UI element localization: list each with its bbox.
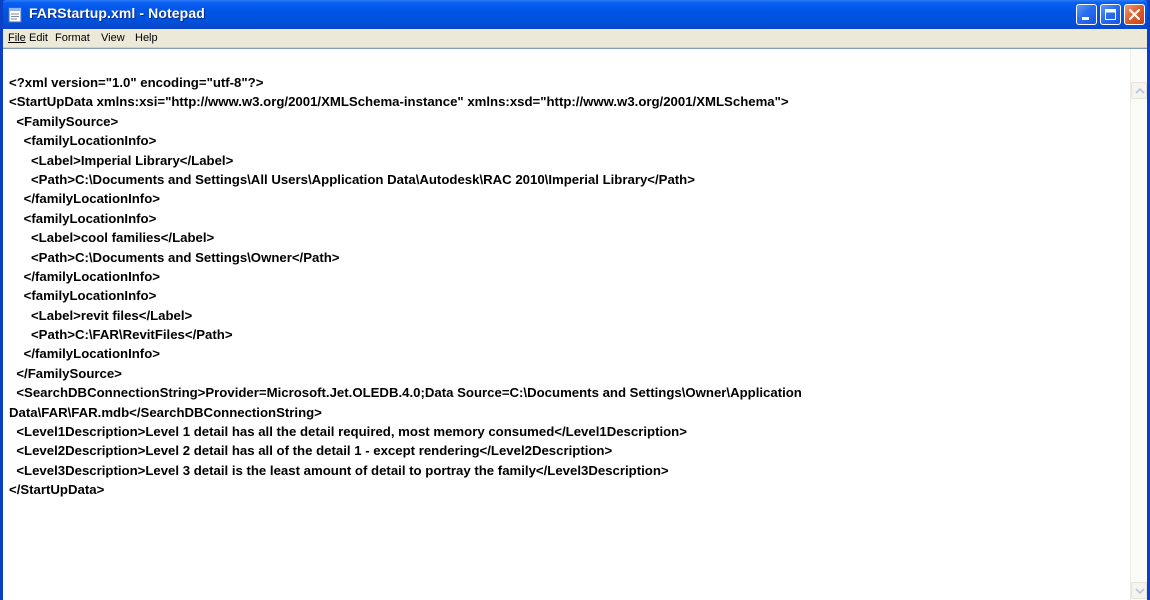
text-line: </familyLocationInfo> — [9, 268, 160, 284]
text-line: <SearchDBConnectionString>Provider=Micro… — [9, 385, 802, 401]
menu-file[interactable]: File — [8, 32, 26, 44]
text-editor[interactable]: <?xml version="1.0" encoding="utf-8"?> <S… — [3, 48, 1147, 600]
text-line: <familyLocationInfo> — [9, 133, 157, 149]
text-line: <Label>Imperial Library</Label> — [9, 152, 234, 168]
menu-file-label: File — [8, 32, 26, 44]
text-line: <Path>C:\FAR\RevitFiles</Path> — [9, 327, 233, 343]
maximize-button[interactable] — [1100, 4, 1121, 25]
text-line: <Level1Description>Level 1 detail has al… — [9, 424, 687, 440]
text-line: <Label>cool families</Label> — [9, 230, 215, 246]
menu-bar: File Edit Format View Help — [3, 29, 1147, 48]
notepad-window: FARStartup.xml - Notepad File Edit Forma… — [0, 0, 1150, 600]
scroll-down-button[interactable] — [1131, 582, 1147, 599]
menu-view-label: View — [101, 32, 125, 44]
close-icon — [1128, 8, 1141, 21]
text-line: <Path>C:\Documents and Settings\Owner</P… — [9, 249, 340, 265]
text-line: Data\FAR\FAR.mdb</SearchDBConnectionStri… — [9, 404, 322, 420]
text-line: <StartUpData xmlns:xsi="http://www.w3.or… — [9, 94, 789, 110]
text-line: </familyLocationInfo> — [9, 191, 160, 207]
minimize-icon — [1082, 17, 1089, 20]
text-line: <familyLocationInfo> — [9, 210, 157, 226]
text-line: </familyLocationInfo> — [9, 346, 160, 362]
window-title: FARStartup.xml - Notepad — [29, 5, 205, 21]
arrow-down-icon — [1135, 588, 1145, 595]
text-line: <Path>C:\Documents and Settings\All User… — [9, 171, 695, 187]
text-line: <FamilySource> — [9, 113, 119, 129]
text-line: </StartUpData> — [9, 482, 105, 498]
vertical-scrollbar[interactable] — [1130, 49, 1147, 600]
text-line: </FamilySource> — [9, 365, 122, 381]
notepad-icon[interactable] — [8, 7, 22, 23]
menu-edit-label: Edit — [29, 32, 48, 44]
menu-help-label: Help — [135, 32, 158, 44]
text-line: <Label>revit files</Label> — [9, 307, 193, 323]
text-line: <?xml version="1.0" encoding="utf-8"?> — [9, 75, 264, 90]
close-button[interactable] — [1124, 4, 1145, 25]
minimize-button[interactable] — [1076, 4, 1097, 25]
text-line: <Level2Description>Level 2 detail has al… — [9, 443, 613, 459]
arrow-up-icon — [1135, 87, 1145, 94]
title-bar[interactable]: FARStartup.xml - Notepad — [3, 0, 1147, 29]
menu-view[interactable]: View — [101, 32, 125, 44]
menu-format[interactable]: Format — [55, 32, 90, 44]
maximize-icon — [1105, 9, 1116, 20]
menu-help[interactable]: Help — [135, 32, 158, 44]
text-content[interactable]: <?xml version="1.0" encoding="utf-8"?> <S… — [9, 73, 1121, 593]
menu-edit[interactable]: Edit — [29, 32, 48, 44]
text-line: <familyLocationInfo> — [9, 288, 157, 304]
scroll-up-button[interactable] — [1131, 82, 1147, 99]
menu-format-label: Format — [55, 32, 90, 44]
text-line: <Level3Description>Level 3 detail is the… — [9, 462, 669, 478]
